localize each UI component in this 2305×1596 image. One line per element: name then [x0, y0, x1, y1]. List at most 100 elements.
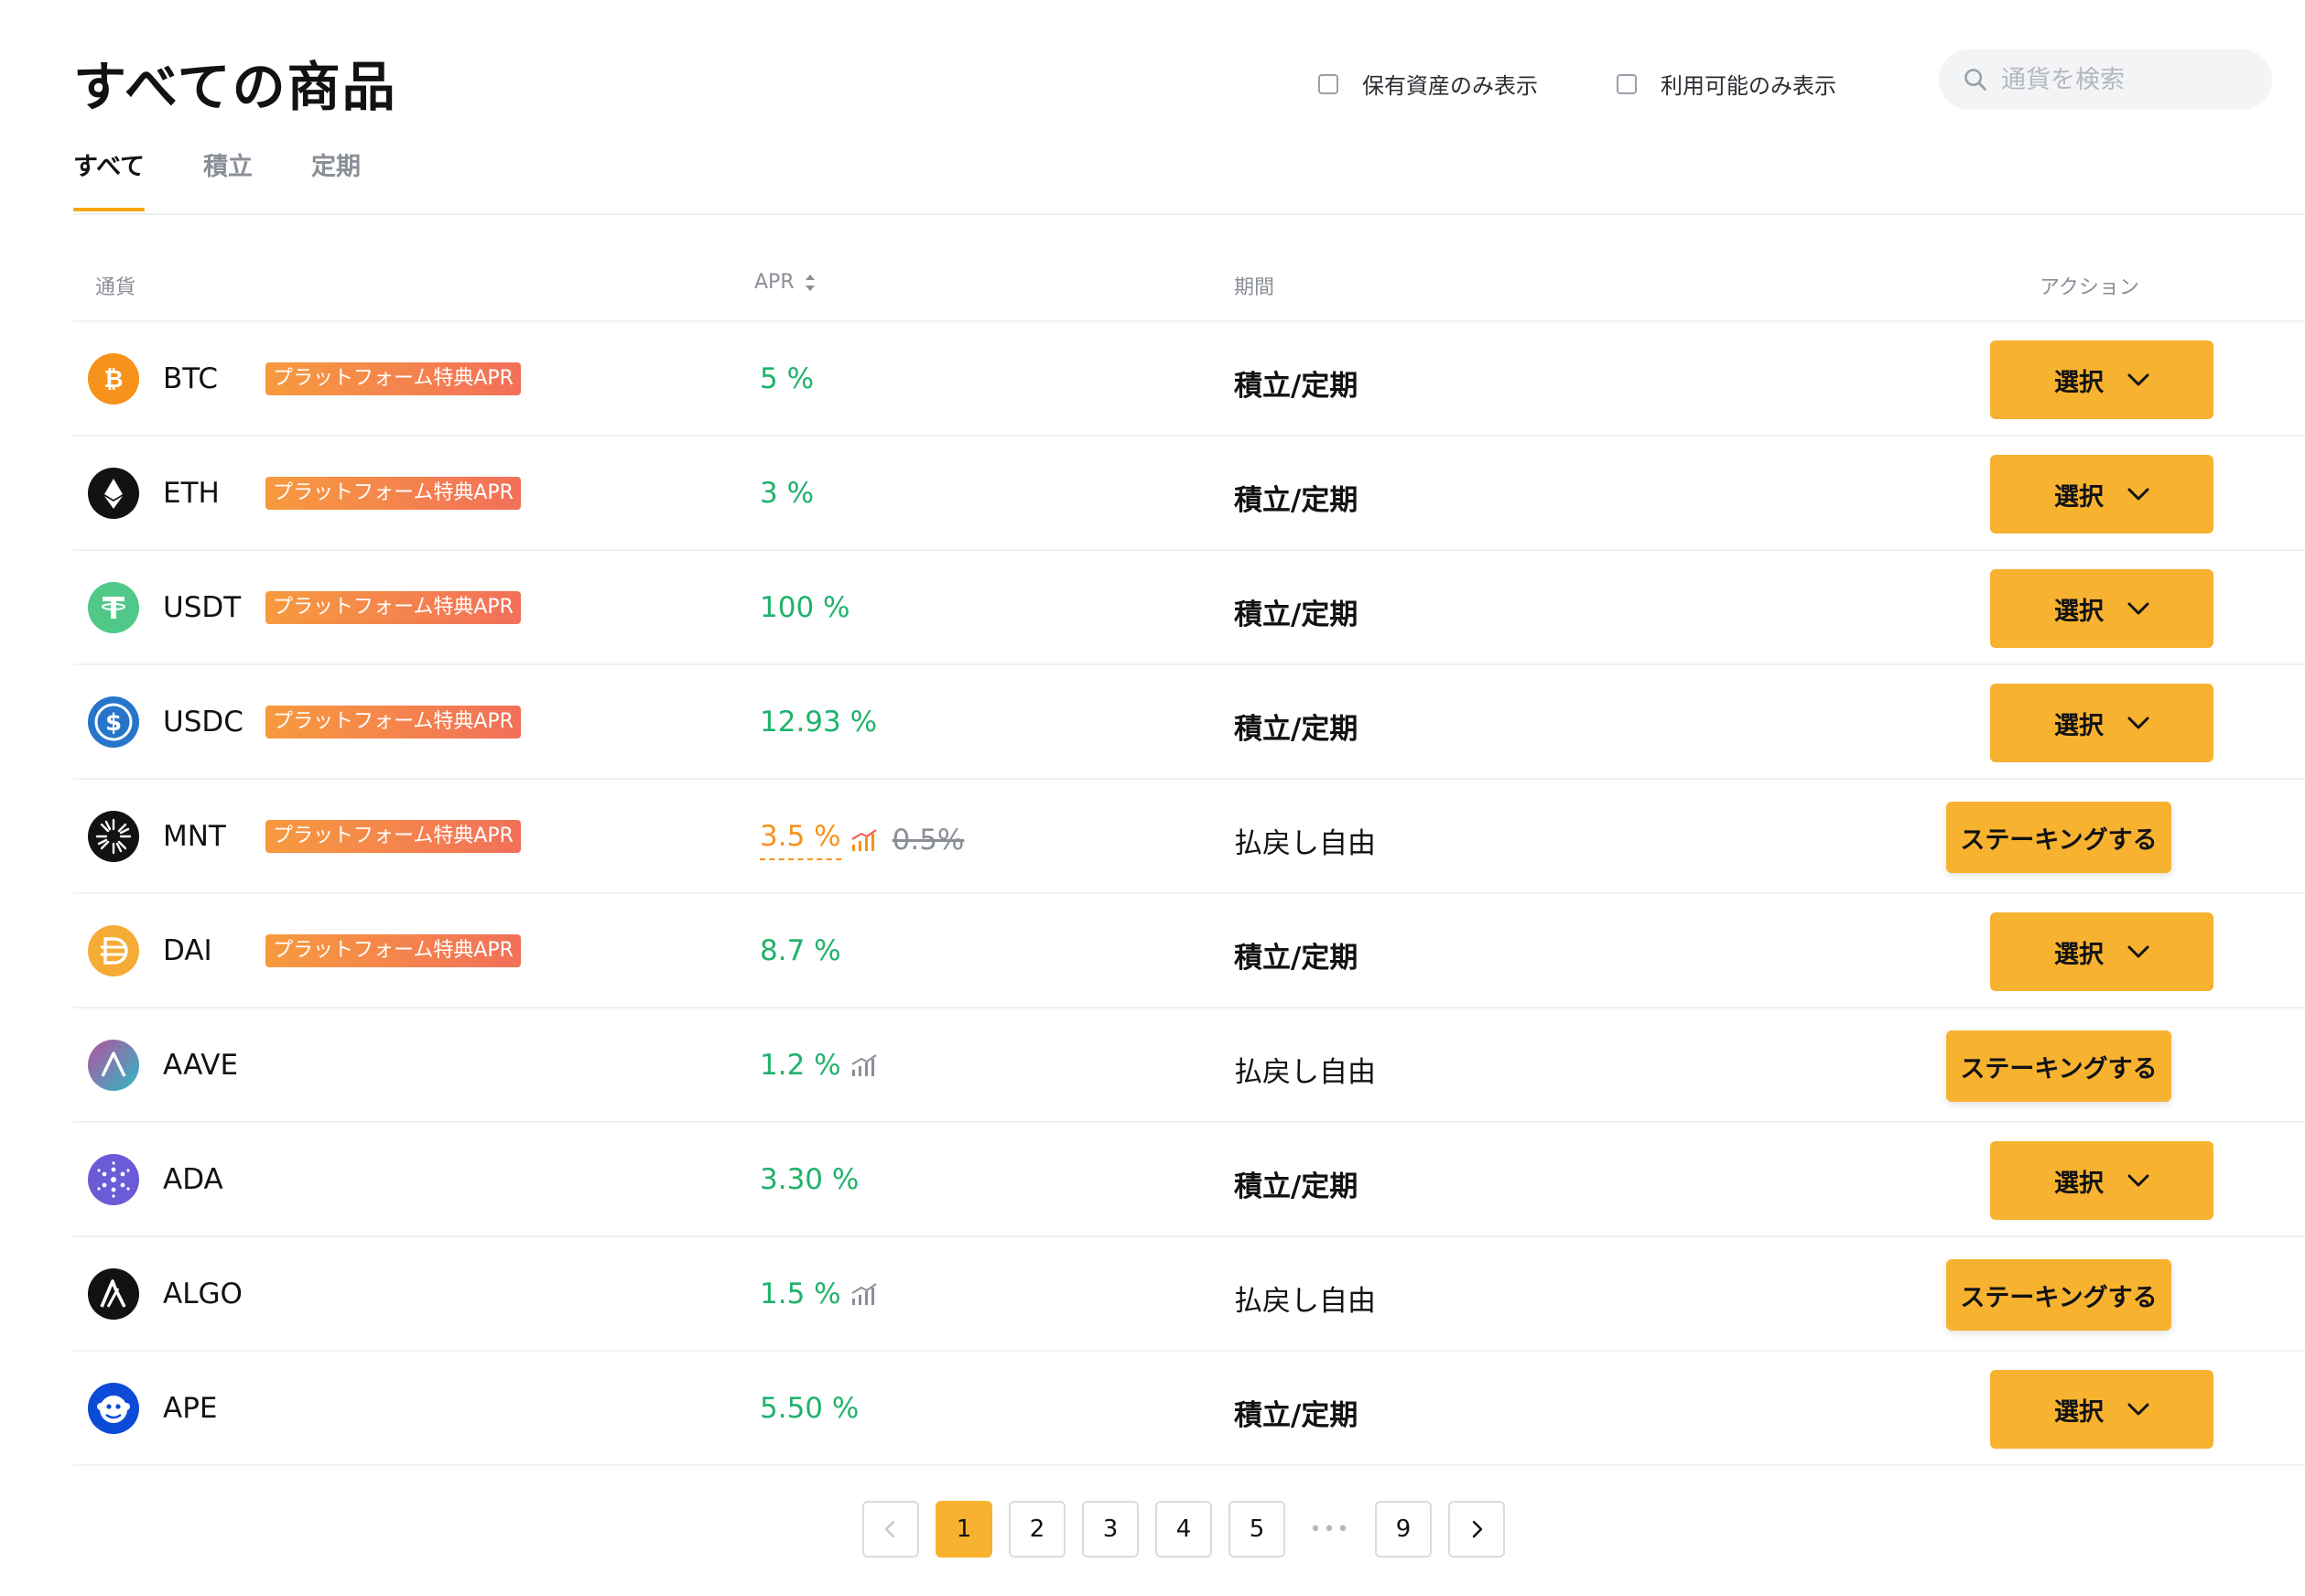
coin-symbol: ETH — [163, 477, 220, 510]
apr-value: 8.7 % — [760, 934, 841, 967]
next-page-button[interactable] — [1448, 1501, 1505, 1558]
select-label: 選択 — [2054, 482, 2104, 512]
select-button[interactable]: 選択 — [1990, 1141, 2213, 1220]
tab-fixed[interactable]: 定期 — [311, 146, 361, 211]
apr-value: 5 % — [760, 362, 814, 395]
platform-bonus-badge: プラットフォーム特典APR — [265, 820, 521, 853]
period-value: 払戻し自由 — [1234, 1056, 1376, 1089]
dai-coin-icon — [88, 925, 139, 976]
period-value: 積立/定期 — [1234, 1170, 1358, 1203]
tabs-divider — [73, 213, 2305, 215]
table-row: DAI プラットフォーム特典APR 8.7 % 積立/定期 選択 — [73, 894, 2305, 1008]
apr-rate: 8.7 % — [760, 934, 841, 967]
aave-coin-icon — [88, 1040, 139, 1091]
table-row: ₿ BTC プラットフォーム特典APR 5 % 積立/定期 選択 — [73, 322, 2305, 437]
select-button[interactable]: 選択 — [1990, 1370, 2213, 1449]
select-label: 選択 — [2054, 940, 2104, 969]
sort-icon[interactable] — [804, 273, 817, 293]
table-row: ADA 3.30 % 積立/定期 選択 — [73, 1123, 2305, 1237]
pagination-ellipsis[interactable]: ••• — [1302, 1501, 1358, 1558]
apr-rate: 12.93 % — [760, 706, 878, 739]
held-assets-only-label: 保有資産のみ表示 — [1362, 73, 1538, 99]
apr-value: 1.2 % — [760, 1049, 878, 1082]
platform-bonus-badge: プラットフォーム特典APR — [265, 706, 521, 739]
table-row: MNT プラットフォーム特典APR 3.5 % 0.5% 払戻し自由 ステーキン… — [73, 780, 2305, 894]
held-assets-only-filter[interactable]: 保有資産のみ表示 — [1318, 68, 1538, 100]
algo-coin-icon — [88, 1268, 139, 1320]
svg-text:₿: ₿ — [103, 366, 123, 394]
apr-rate: 3.30 % — [760, 1163, 860, 1196]
select-label: 選択 — [2054, 1397, 2104, 1427]
chevron-right-icon — [1472, 1520, 1483, 1538]
table-row: $ USDC プラットフォーム特典APR 12.93 % 積立/定期 選択 — [73, 665, 2305, 780]
product-tabs: すべて 積立 定期 — [73, 146, 419, 211]
column-header-apr[interactable]: APR — [754, 271, 817, 294]
chevron-down-icon — [2127, 1174, 2149, 1187]
period-value: 払戻し自由 — [1234, 827, 1376, 860]
available-only-label: 利用可能のみ表示 — [1661, 73, 1836, 99]
held-assets-only-checkbox[interactable] — [1318, 73, 1338, 94]
column-header-currency: 通貨 — [95, 276, 136, 299]
bar-chart-trend-icon[interactable] — [850, 1282, 878, 1306]
chevron-down-icon — [2127, 945, 2149, 958]
column-header-period: 期間 — [1234, 276, 1275, 299]
select-button[interactable]: 選択 — [1990, 912, 2213, 991]
select-button[interactable]: 選択 — [1990, 455, 2213, 534]
stake-button[interactable]: ステーキングする — [1946, 1259, 2171, 1331]
platform-bonus-badge: プラットフォーム特典APR — [265, 362, 521, 395]
period-value: 払戻し自由 — [1234, 1285, 1376, 1318]
stake-button[interactable]: ステーキングする — [1946, 1030, 2171, 1102]
period-value: 積立/定期 — [1234, 713, 1358, 746]
pagination: 1 2 3 4 5 ••• 9 — [862, 1501, 1521, 1558]
table-row: APE 5.50 % 積立/定期 選択 — [73, 1352, 2305, 1466]
apr-rate: 1.5 % — [760, 1278, 841, 1310]
page-button-5[interactable]: 5 — [1228, 1501, 1285, 1558]
column-header-apr-label: APR — [754, 271, 795, 294]
page-button-2[interactable]: 2 — [1009, 1501, 1066, 1558]
select-button[interactable]: 選択 — [1990, 684, 2213, 762]
coin-symbol: USDT — [163, 591, 242, 624]
coin-symbol: USDC — [163, 706, 243, 739]
tab-all[interactable]: すべて — [73, 146, 146, 211]
search-box[interactable] — [1939, 49, 2272, 110]
chevron-down-icon — [2127, 488, 2149, 501]
table-row: ETH プラットフォーム特典APR 3 % 積立/定期 選択 — [73, 437, 2305, 551]
apr-value: 100 % — [760, 591, 849, 624]
page-button-3[interactable]: 3 — [1082, 1501, 1139, 1558]
column-header-action: アクション — [2040, 276, 2139, 299]
page-button-last[interactable]: 9 — [1375, 1501, 1432, 1558]
old-apr-value: 0.5% — [892, 824, 965, 857]
apr-value: 3.30 % — [760, 1163, 859, 1196]
apr-rate: 100 % — [760, 591, 850, 624]
bar-chart-trend-icon[interactable] — [850, 1053, 878, 1077]
mnt-coin-icon — [88, 811, 139, 862]
period-value: 積立/定期 — [1234, 598, 1358, 631]
coin-symbol: ALGO — [163, 1278, 243, 1310]
table-row: AAVE 1.2 % 払戻し自由 ステーキングする — [73, 1008, 2305, 1123]
chevron-left-icon — [884, 1520, 895, 1538]
ada-coin-icon — [88, 1154, 139, 1205]
apr-rate: 3 % — [760, 477, 815, 510]
ape-coin-icon — [88, 1383, 139, 1434]
stake-button[interactable]: ステーキングする — [1946, 802, 2171, 873]
available-only-checkbox[interactable] — [1617, 73, 1637, 94]
period-value: 積立/定期 — [1234, 484, 1358, 517]
select-button[interactable]: 選択 — [1990, 340, 2213, 419]
platform-bonus-badge: プラットフォーム特典APR — [265, 934, 521, 967]
chevron-down-icon — [2127, 1403, 2149, 1416]
page-button-4[interactable]: 4 — [1155, 1501, 1212, 1558]
coin-symbol: APE — [163, 1392, 218, 1425]
available-only-filter[interactable]: 利用可能のみ表示 — [1617, 68, 1836, 100]
eth-coin-icon — [88, 468, 139, 519]
chevron-down-icon — [2127, 373, 2149, 386]
prev-page-button[interactable] — [862, 1501, 919, 1558]
bar-chart-trend-icon[interactable] — [850, 828, 878, 852]
select-button[interactable]: 選択 — [1990, 569, 2213, 648]
page-button-1[interactable]: 1 — [936, 1501, 992, 1558]
apr-value: 12.93 % — [760, 706, 877, 739]
apr-rate: 5 % — [760, 362, 815, 395]
tab-savings[interactable]: 積立 — [203, 146, 253, 211]
search-input[interactable] — [1999, 64, 2259, 95]
table-row: ALGO 1.5 % 払戻し自由 ステーキングする — [73, 1237, 2305, 1352]
select-label: 選択 — [2054, 368, 2104, 397]
